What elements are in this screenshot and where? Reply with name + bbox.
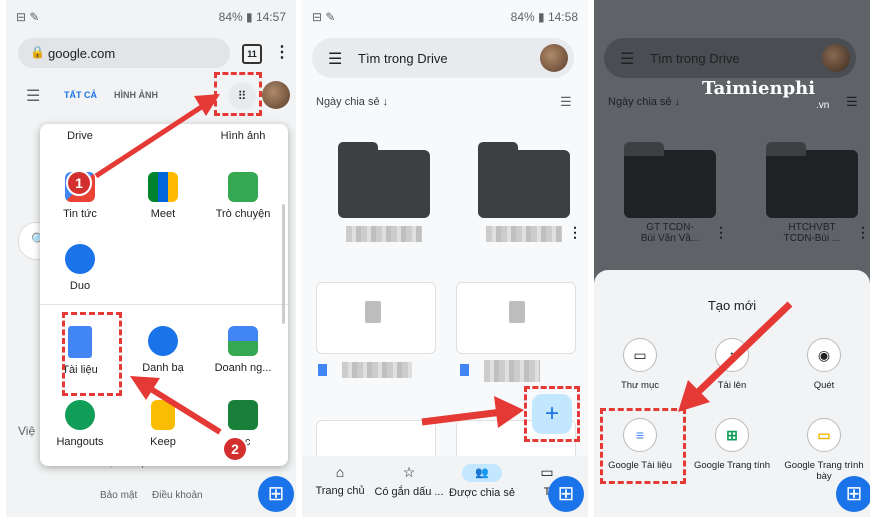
apps-fab-icon-3[interactable]: ⊞ [836, 476, 870, 512]
nav-shared[interactable]: 👥 Được chia sẻ [446, 464, 518, 499]
nav-starred[interactable]: ☆ Có gắn dấu ... [372, 464, 446, 498]
apps-fab-icon-2[interactable]: ⊞ [548, 476, 584, 512]
panel-drive-new-sheet: ☰ Tìm trong Drive Ngày chia sẻ ↓ ☰ Taimi… [594, 0, 870, 517]
arrow-3 [421, 396, 524, 428]
apps-fab-icon[interactable]: ⊞ [258, 476, 294, 512]
nav-home-label: Trang chủ [315, 485, 365, 497]
bottom-nav: ⌂ Trang chủ ☆ Có gắn dấu ... 👥 Được chia… [302, 456, 588, 517]
nav-shared-label: Được chia sẻ [449, 487, 515, 499]
nav-home[interactable]: ⌂ Trang chủ [310, 464, 370, 497]
nav-starred-label: Có gắn dấu ... [374, 486, 444, 498]
arrow-4 [678, 301, 793, 412]
shared-icon: 👥 [462, 464, 502, 482]
step-badge-1: 1 [66, 170, 92, 196]
panel-google-search: ⊟ ✎ 84% ▮ 14:57 🔒 google.com 11 ⋮ ☰ TẤT … [6, 0, 296, 517]
home-icon: ⌂ [335, 464, 345, 480]
arrow-1 [94, 94, 222, 435]
star-icon: ☆ [402, 464, 416, 480]
step-badge-2: 2 [222, 436, 248, 462]
panel-drive-shared: ⊟ ✎ 84% ▮ 14:58 ☰ Tìm trong Drive Ngày c… [302, 0, 588, 517]
